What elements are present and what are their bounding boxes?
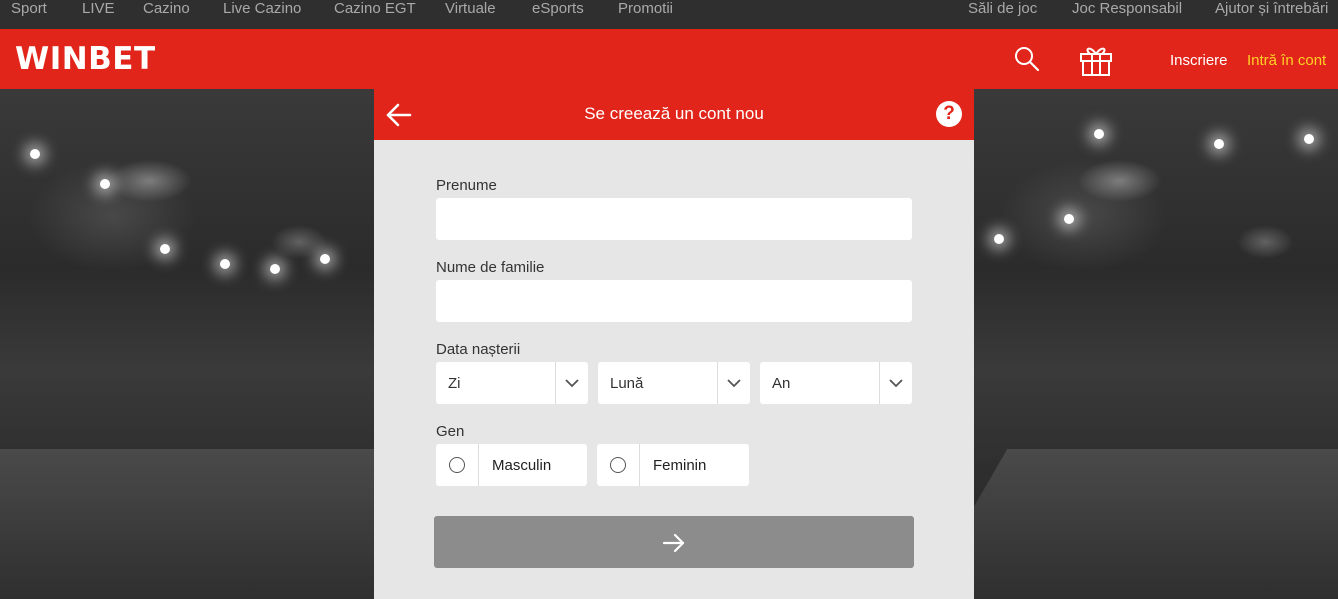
nav-joc-responsabil[interactable]: Joc Responsabil xyxy=(1072,0,1182,29)
birth-day-select[interactable]: Zi xyxy=(436,362,588,404)
nav-sport[interactable]: Sport xyxy=(11,0,47,29)
next-button[interactable] xyxy=(434,516,914,568)
nav-virtuale[interactable]: Virtuale xyxy=(445,0,496,29)
top-navigation: Sport LIVE Cazino Live Cazino Cazino EGT… xyxy=(0,0,1338,29)
last-name-label: Nume de familie xyxy=(436,259,545,276)
modal-header: Se creează un cont nou ? xyxy=(374,89,974,140)
nav-ajutor[interactable]: Ajutor și întrebări xyxy=(1215,0,1328,29)
gender-female-radio[interactable]: Feminin xyxy=(597,444,749,486)
stadium-background-right xyxy=(974,89,1338,599)
gender-male-radio[interactable]: Masculin xyxy=(436,444,587,486)
birth-month-select[interactable]: Lună xyxy=(598,362,750,404)
nav-live-cazino[interactable]: Live Cazino xyxy=(223,0,301,29)
nav-cazino-egt[interactable]: Cazino EGT xyxy=(334,0,416,29)
birth-date-label: Data nașterii xyxy=(436,341,521,358)
chevron-down-icon xyxy=(727,376,741,390)
birth-day-value: Zi xyxy=(448,375,461,392)
birth-year-select[interactable]: An xyxy=(760,362,912,404)
winbet-logo[interactable]: WINBET xyxy=(15,41,156,77)
nav-esports[interactable]: eSports xyxy=(532,0,584,29)
gender-female-label: Feminin xyxy=(653,457,707,474)
birth-month-value: Lună xyxy=(610,375,644,392)
gift-icon[interactable] xyxy=(1078,41,1114,82)
chevron-down-icon xyxy=(565,376,579,390)
chevron-down-icon xyxy=(889,376,903,390)
birth-year-value: An xyxy=(772,375,791,392)
help-icon[interactable]: ? xyxy=(936,101,962,127)
stadium-background-left xyxy=(0,89,374,599)
radio-circle[interactable] xyxy=(449,457,465,473)
first-name-label: Prenume xyxy=(436,177,497,194)
modal-title: Se creează un cont nou xyxy=(584,104,764,123)
signup-link[interactable]: Inscriere xyxy=(1170,52,1228,69)
registration-modal: Se creează un cont nou ? Prenume Nume de… xyxy=(374,89,974,599)
nav-cazino[interactable]: Cazino xyxy=(143,0,190,29)
nav-sali-de-joc[interactable]: Săli de joc xyxy=(968,0,1037,29)
gender-label: Gen xyxy=(436,423,465,440)
search-icon[interactable] xyxy=(1013,45,1041,78)
first-name-input[interactable] xyxy=(436,198,912,240)
nav-live[interactable]: LIVE xyxy=(82,0,115,29)
nav-promotii[interactable]: Promotii xyxy=(618,0,673,29)
site-header: WINBET Inscriere Intră în cont xyxy=(0,29,1338,89)
login-link[interactable]: Intră în cont xyxy=(1247,52,1326,69)
arrow-right-icon xyxy=(662,533,685,553)
last-name-input[interactable] xyxy=(436,280,912,322)
gender-male-label: Masculin xyxy=(492,457,552,474)
radio-circle[interactable] xyxy=(610,457,626,473)
